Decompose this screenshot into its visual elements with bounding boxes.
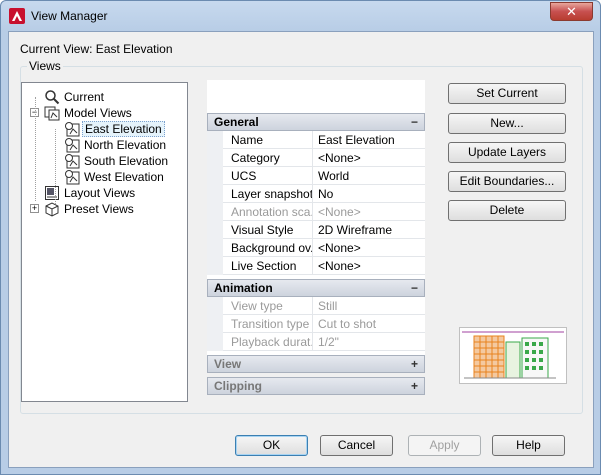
category-title: Animation bbox=[214, 281, 273, 295]
named-view-icon bbox=[64, 153, 80, 169]
tree-connector bbox=[55, 129, 56, 204]
title-bar[interactable]: View Manager ✕ bbox=[1, 1, 600, 31]
views-tree[interactable]: Current − Model Views East Elevation North E… bbox=[21, 82, 188, 402]
tree-item-west-elevation[interactable]: West Elevation bbox=[22, 169, 187, 185]
tree-item-current[interactable]: Current bbox=[22, 89, 187, 105]
set-current-button[interactable]: Set Current bbox=[448, 83, 566, 104]
tree-item-label: West Elevation bbox=[84, 170, 164, 184]
tree-item-label: North Elevation bbox=[84, 138, 167, 152]
property-row[interactable]: Name East Elevation bbox=[207, 131, 425, 149]
property-row[interactable]: Layer snapshot No bbox=[207, 185, 425, 203]
property-row[interactable]: UCS World bbox=[207, 167, 425, 185]
tree-item-east-elevation[interactable]: East Elevation bbox=[22, 121, 187, 137]
collapse-icon[interactable]: − bbox=[411, 114, 418, 130]
model-views-icon bbox=[44, 105, 60, 121]
property-row[interactable]: Background ov... <None> bbox=[207, 239, 425, 257]
property-name: Annotation sca... bbox=[207, 203, 313, 221]
property-value[interactable]: World bbox=[315, 167, 425, 185]
tree-item-south-elevation[interactable]: South Elevation bbox=[22, 153, 187, 169]
property-name: Category bbox=[207, 149, 313, 167]
property-value: Cut to shot bbox=[318, 317, 377, 331]
named-view-icon bbox=[64, 137, 80, 153]
expand-icon[interactable]: + bbox=[411, 378, 418, 394]
property-name: Playback durat... bbox=[207, 333, 313, 351]
tree-item-label: Preset Views bbox=[64, 202, 134, 216]
category-title: Clipping bbox=[214, 379, 262, 393]
property-name: Live Section bbox=[207, 257, 313, 275]
property-name: Visual Style bbox=[207, 221, 313, 239]
property-name: Transition type bbox=[207, 315, 313, 333]
category-title: View bbox=[214, 357, 242, 371]
tree-item-label: Current bbox=[64, 90, 105, 104]
tree-item-layout-views[interactable]: Layout Views bbox=[22, 185, 187, 201]
property-row[interactable]: Live Section <None> bbox=[207, 257, 425, 275]
property-value[interactable]: No bbox=[315, 185, 425, 203]
property-value[interactable]: 2D Wireframe bbox=[315, 221, 425, 239]
collapse-icon[interactable]: − bbox=[411, 280, 418, 296]
property-row[interactable]: Annotation sca... <None> bbox=[207, 203, 425, 221]
property-row[interactable]: Playback durat... 1/2" bbox=[207, 333, 425, 351]
category-view[interactable]: View + bbox=[207, 355, 425, 373]
views-group-label: Views bbox=[27, 59, 63, 73]
category-general[interactable]: General − bbox=[207, 113, 425, 131]
view-preview-thumbnail bbox=[459, 327, 567, 384]
property-row[interactable]: Transition type Cut to shot bbox=[207, 315, 425, 333]
property-value: Still bbox=[318, 299, 338, 313]
view-manager-window: View Manager ✕ Current View: East Elevat… bbox=[0, 0, 601, 475]
magnifier-icon bbox=[44, 89, 60, 105]
window-title: View Manager bbox=[31, 9, 108, 23]
autocad-logo-icon bbox=[9, 8, 25, 24]
tree-item-label: Layout Views bbox=[64, 186, 136, 200]
property-value[interactable]: <None> bbox=[315, 239, 425, 257]
property-name: View type bbox=[207, 297, 313, 315]
cancel-button[interactable]: Cancel bbox=[320, 435, 393, 456]
tree-item-label: Model Views bbox=[64, 106, 132, 120]
category-clipping[interactable]: Clipping + bbox=[207, 377, 425, 395]
tree-item-label: East Elevation bbox=[82, 121, 165, 137]
ok-button[interactable]: OK bbox=[235, 435, 308, 456]
property-row[interactable]: Category <None> bbox=[207, 149, 425, 167]
property-name: UCS bbox=[207, 167, 313, 185]
tree-connector bbox=[35, 97, 36, 201]
named-view-icon bbox=[64, 121, 80, 137]
property-value[interactable]: <None> bbox=[315, 257, 425, 275]
expand-icon[interactable]: + bbox=[411, 356, 418, 372]
new-button[interactable]: New... bbox=[448, 113, 566, 134]
tree-item-label: South Elevation bbox=[84, 154, 169, 168]
expand-icon[interactable]: + bbox=[30, 204, 39, 213]
layout-views-icon bbox=[44, 185, 60, 201]
preset-views-icon bbox=[44, 201, 60, 217]
dialog-body: Current View: East Elevation Views Curre… bbox=[8, 31, 594, 468]
current-view-label: Current View: East Elevation bbox=[20, 42, 173, 56]
update-layers-button[interactable]: Update Layers bbox=[448, 142, 566, 163]
property-name: Background ov... bbox=[207, 239, 313, 257]
tree-item-preset-views[interactable]: + Preset Views bbox=[22, 201, 187, 217]
tree-item-model-views[interactable]: − Model Views bbox=[22, 105, 187, 121]
property-value: 1/2" bbox=[318, 335, 339, 349]
delete-button[interactable]: Delete bbox=[448, 200, 566, 221]
property-row[interactable]: View type Still bbox=[207, 297, 425, 315]
view-properties-grid: General − Name East Elevation Category <None>… bbox=[207, 80, 425, 395]
property-row[interactable]: Visual Style 2D Wireframe bbox=[207, 221, 425, 239]
apply-button: Apply bbox=[408, 435, 481, 456]
property-value[interactable]: East Elevation bbox=[315, 131, 425, 149]
category-title: General bbox=[214, 115, 259, 129]
tree-item-north-elevation[interactable]: North Elevation bbox=[22, 137, 187, 153]
property-value: <None> bbox=[318, 205, 361, 219]
edit-boundaries-button[interactable]: Edit Boundaries... bbox=[448, 171, 566, 192]
property-value[interactable]: <None> bbox=[315, 149, 425, 167]
help-button[interactable]: Help bbox=[492, 435, 565, 456]
category-animation[interactable]: Animation − bbox=[207, 279, 425, 297]
close-button[interactable]: ✕ bbox=[550, 2, 593, 21]
property-name: Name bbox=[207, 131, 313, 149]
preview-drawing bbox=[462, 331, 564, 379]
named-view-icon bbox=[64, 169, 80, 185]
property-name: Layer snapshot bbox=[207, 185, 313, 203]
